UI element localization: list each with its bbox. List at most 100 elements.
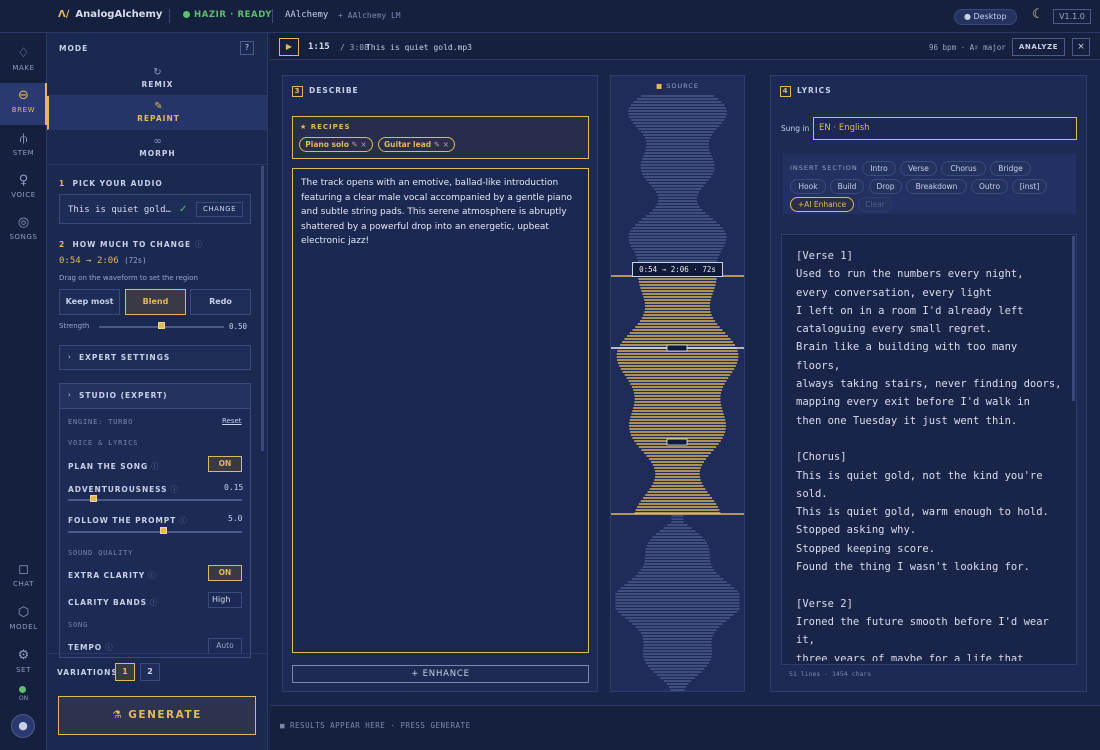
extra-clarity-toggle[interactable]: ON [208,565,242,581]
section-chip-hook[interactable]: Hook [790,179,826,194]
edit-icon[interactable]: ✎ [351,140,357,149]
tempo-field[interactable]: Auto [208,638,242,654]
mode-remix[interactable]: ↻ REMIX [47,62,268,96]
enhance-button[interactable]: + ENHANCE [292,665,589,683]
section-chip-drop[interactable]: Drop [869,179,902,194]
check-icon: ✓ [179,204,188,215]
drag-handle[interactable] [666,344,688,352]
play-bar: ▶ 1:15 / 3:08 This is quiet gold.mp3 96 … [270,33,1100,60]
rail-item-model[interactable]: ⬡ MODEL [0,600,47,642]
rail-item-songs[interactable]: ◎ SONGS [0,210,47,252]
audio-picker: This is quiet gold… ✓ CHANGE [59,194,251,224]
lyrics-text: [Verse 1] Used to run the numbers every … [796,250,1062,661]
online-label: ON [18,695,29,702]
info-icon: ⓘ [179,516,188,525]
clarity-bands-select[interactable]: High [208,592,242,608]
blend-button[interactable]: Blend [125,289,186,315]
sung-in-label: Sung in [781,124,810,133]
top-bar: Λ∕ AnalogAlchemy HAZIR · READY AAlchemy +… [0,0,1100,33]
section-chip-chorus[interactable]: Chorus [941,161,986,176]
reset-link[interactable]: Reset [222,417,242,425]
lyrics-clip [781,664,1075,665]
edit-icon[interactable]: ✎ [434,140,440,149]
plan-song-text: PLAN THE SONG [68,462,149,471]
follow-prompt-text: FOLLOW THE PROMPT [68,516,177,525]
clear-chip[interactable]: Clear [858,197,892,212]
section-chip-intro[interactable]: Intro [862,161,896,176]
section-chip-verse[interactable]: Verse [900,161,937,176]
variation-1-button[interactable]: 1 [115,663,135,681]
studio-header[interactable]: › STUDIO (EXPERT) [60,384,250,409]
rail-item-brew[interactable]: ⊖ BREW [0,83,47,125]
follow-prompt-knob[interactable] [159,527,167,534]
model-tag[interactable]: + AAlchemy LM [338,11,401,20]
description-textarea[interactable]: The track opens with an emotive, ballad-… [292,168,589,653]
generate-button[interactable]: ⚗ GENERATE [58,696,256,735]
recipes-box: ★ RECIPES Piano solo ✎ × Guitar lead ✎ × [292,116,589,159]
rail-label: SONGS [9,233,38,241]
mode-repaint[interactable]: ✎ REPAINT [47,96,268,130]
analyze-button[interactable]: ANALYZE [1012,38,1065,56]
rail-item-chat[interactable]: ◻ CHAT [0,557,47,599]
plan-song-toggle[interactable]: ON [208,456,242,472]
pot-icon: ⊖ [18,88,29,103]
help-button[interactable]: ? [240,41,254,55]
redo-button[interactable]: Redo [190,289,251,315]
keep-most-button[interactable]: Keep most [59,289,120,315]
sound-quality-heading: SOUND QUALITY [68,549,134,557]
mic-icon: ♀ [18,173,29,188]
step1-label: 1 PICK YOUR AUDIO [59,179,163,188]
language-select[interactable]: EN · English [813,117,1077,140]
close-icon[interactable]: × [1072,38,1090,56]
variations-label: VARIATIONS [57,668,118,677]
moon-icon[interactable]: ☾ [1032,7,1044,22]
strength-knob[interactable] [157,322,165,329]
section-chip-inst[interactable]: [inst] [1012,179,1047,194]
follow-prompt-slider[interactable] [68,531,242,533]
user-avatar-icon[interactable]: ● [11,714,35,738]
brush-icon: ✎ [154,101,163,112]
clarity-bands-label: CLARITY BANDS ⓘ [68,597,158,608]
recipe-chip-guitar-lead[interactable]: Guitar lead ✎ × [378,137,455,152]
strength-value: 0.50 [229,322,248,331]
sparkle-icon: ⚗ [112,709,129,721]
rail-item-set[interactable]: ⚙ SET [0,643,47,685]
change-button[interactable]: CHANGE [196,202,243,217]
adventurousness-knob[interactable] [90,495,98,502]
rail-item-stem[interactable]: ⫛ STEM [0,126,47,168]
lyrics-stats: 51 lines · 1454 chars [789,670,872,678]
drag-handle[interactable] [666,438,688,446]
section-chip-breakdown[interactable]: Breakdown [906,179,967,194]
mode-morph[interactable]: ∞ MORPH [47,131,268,165]
audio-file-name: This is quiet gold… [68,205,171,215]
waveform[interactable] [611,94,744,691]
extra-clarity-label: EXTRA CLARITY ⓘ [68,570,157,581]
ai-enhance-chip[interactable]: +AI Enhance [790,197,854,212]
panel-title-text: DESCRIBE [309,86,359,95]
recipe-chip-piano-solo[interactable]: Piano solo ✎ × [299,137,373,152]
rail-item-make[interactable]: ♢ MAKE [0,41,47,83]
describe-panel: 3 DESCRIBE ★ RECIPES Piano solo ✎ × Guita… [282,75,598,692]
section-chip-outro[interactable]: Outro [971,179,1008,194]
scrollbar[interactable] [261,166,264,451]
panel-title-text: LYRICS [797,86,832,95]
left-panel: MODE ? ↻ REMIX ✎ REPAINT ∞ MORPH 1 PICK YOU… [47,33,268,750]
source-label: ■ SOURCE [611,82,744,90]
current-time: 1:15 [308,42,330,52]
chip-label: Guitar lead [384,140,432,149]
source-waveform-panel[interactable]: ■ SOURCE 0:54 → 2:06 · 72s [610,75,745,692]
close-icon[interactable]: × [360,140,366,149]
desktop-mode-button[interactable]: ● Desktop [954,9,1017,25]
range-length: (72s) [124,256,147,265]
section-chip-bridge[interactable]: Bridge [990,161,1031,176]
play-icon[interactable]: ▶ [279,38,299,56]
variation-2-button[interactable]: 2 [140,663,160,681]
expert-settings-toggle[interactable]: › EXPERT SETTINGS [59,345,251,370]
tempo-key-info: 96 bpm · A♯ major [929,43,1006,52]
nav-rail: ♢ MAKE ⊖ BREW ⫛ STEM ♀ VOICE ◎ SONGS ◻ CHAT ⬡ M… [0,33,47,750]
section-chip-build[interactable]: Build [830,179,864,194]
lyrics-scrollbar[interactable] [1072,236,1075,401]
rail-item-voice[interactable]: ♀ VOICE [0,168,47,210]
close-icon[interactable]: × [443,140,449,149]
info-icon: ⓘ [191,240,204,249]
